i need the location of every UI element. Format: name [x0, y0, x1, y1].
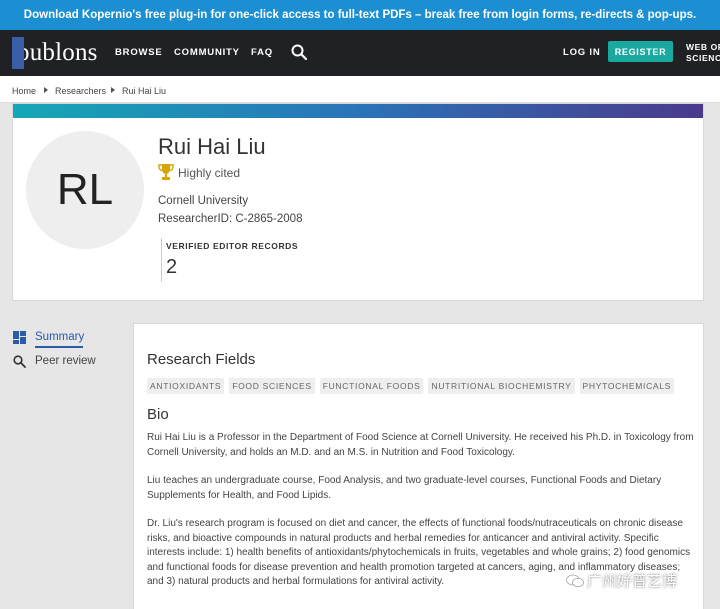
wechat-icon	[566, 574, 584, 587]
nav-login[interactable]: LOG IN	[563, 47, 601, 58]
verified-editor-label: VERIFIED EDITOR RECORDS	[166, 241, 299, 251]
search-icon[interactable]	[291, 44, 307, 60]
breadcrumb-researchers[interactable]: Researchers	[55, 86, 106, 96]
bio-paragraph-1: Rui Hai Liu is a Professor in the Depart…	[147, 432, 694, 458]
logo-mark-icon	[12, 37, 26, 69]
avatar-initials: RL	[56, 165, 114, 214]
active-indicator	[35, 346, 83, 348]
banner-text[interactable]: Download Kopernio's free plug-in for one…	[24, 9, 696, 21]
researcher-name: Rui Hai Liu	[158, 134, 266, 159]
researcher-id-value: C-2865-2008	[235, 213, 303, 225]
publons-logo[interactable]: publons	[12, 30, 98, 76]
watermark-text: 广州好普艺博	[587, 572, 678, 590]
highly-cited-badge: Highly cited	[178, 166, 241, 180]
researcher-id-label: ResearcherID:	[158, 213, 233, 225]
tag-antioxidants[interactable]: ANTIOXIDANTS	[147, 378, 225, 394]
tag-phytochemicals[interactable]: PHYTOCHEMICALS	[579, 378, 675, 394]
sidebar-item-summary[interactable]: Summary	[35, 331, 84, 343]
nav-browse[interactable]: BROWSE	[115, 47, 163, 58]
breadcrumb	[0, 76, 720, 103]
chevron-right-icon	[44, 87, 48, 93]
chevron-right-icon	[111, 87, 115, 93]
verified-editor-count[interactable]: 2	[166, 256, 177, 279]
nav-faq[interactable]: FAQ	[251, 47, 273, 58]
tag-nutritional-biochemistry[interactable]: NUTRITIONAL BIOCHEMISTRY	[428, 378, 575, 394]
tag-functional-foods[interactable]: FUNCTIONAL FOODS	[319, 378, 424, 394]
trophy-icon	[158, 164, 174, 180]
register-button[interactable]: REGISTER	[608, 41, 673, 62]
nav-community[interactable]: COMMUNITY	[174, 47, 240, 58]
wos-line2: SCIENCE	[686, 53, 720, 63]
bio-title: Bio	[147, 406, 169, 423]
research-field-tags: ANTIOXIDANTS FOOD SCIENCES FUNCTIONAL FO…	[147, 378, 675, 394]
watermark: 广州好普艺博	[566, 570, 677, 591]
breadcrumb-home[interactable]: Home	[12, 86, 36, 96]
breadcrumb-current: Rui Hai Liu	[122, 86, 167, 96]
institution[interactable]: Cornell University	[158, 195, 248, 207]
search-icon	[13, 355, 26, 368]
card-gradient-bar	[13, 104, 703, 118]
wos-line1: WEB OF	[686, 42, 720, 52]
kopernio-banner[interactable]: Download Kopernio's free plug-in for one…	[0, 0, 720, 30]
researcher-id: ResearcherID: C-2865-2008	[158, 213, 302, 225]
tag-food-sciences[interactable]: FOOD SCIENCES	[229, 378, 315, 394]
dashboard-icon	[13, 331, 26, 344]
divider	[161, 238, 162, 282]
research-fields-title: Research Fields	[147, 351, 256, 368]
sidebar-item-peer-review[interactable]: Peer review	[35, 355, 96, 367]
web-of-science-link[interactable]: WEB OF SCIENCE	[686, 42, 720, 64]
avatar: RL	[26, 131, 144, 249]
register-label: REGISTER	[614, 46, 667, 57]
logo-text: publons	[17, 39, 98, 66]
bio-paragraph-2: Liu teaches an undergraduate course, Foo…	[147, 475, 662, 501]
